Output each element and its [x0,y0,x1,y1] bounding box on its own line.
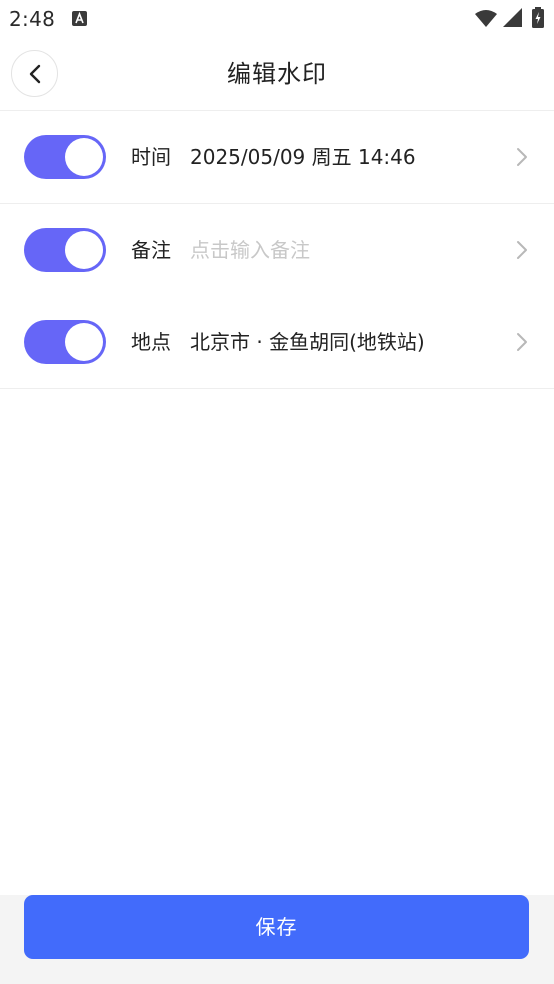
save-button[interactable]: 保存 [24,895,529,959]
watermark-row-location[interactable]: 地点 北京市 · 金鱼胡同(地铁站) [0,296,554,389]
time-toggle[interactable] [24,135,106,179]
toggle-knob [65,138,103,176]
note-label: 备注 [131,238,171,262]
time-value: 2025/05/09 周五 14:46 [190,145,416,169]
battery-charging-icon [532,7,544,28]
back-button[interactable] [11,50,58,97]
chevron-right-icon [517,241,527,259]
chevron-right-icon [517,148,527,166]
location-label: 地点 [131,330,171,354]
wifi-icon [475,10,497,27]
toggle-knob [65,323,103,361]
toggle-knob [65,231,103,269]
location-value: 北京市 · 金鱼胡同(地铁站) [190,330,425,354]
notification-a-icon [72,11,87,26]
page-title: 编辑水印 [227,60,327,88]
note-toggle[interactable] [24,228,106,272]
signal-icon [503,8,522,27]
watermark-edit-screen: 2:48 编辑水印 时间 2025/05/09 周五 14:46 备注 点击输入… [0,0,554,984]
chevron-right-icon [517,333,527,351]
status-bar: 2:48 [0,0,554,38]
header: 编辑水印 [0,38,554,111]
watermark-row-time[interactable]: 时间 2025/05/09 周五 14:46 [0,111,554,204]
status-time: 2:48 [9,7,56,31]
bottom-bar: 保存 [0,895,554,984]
note-input-placeholder[interactable]: 点击输入备注 [190,204,310,296]
time-label: 时间 [131,145,171,169]
watermark-row-note[interactable]: 备注 点击输入备注 [0,204,554,296]
chevron-left-icon [29,64,41,84]
location-toggle[interactable] [24,320,106,364]
